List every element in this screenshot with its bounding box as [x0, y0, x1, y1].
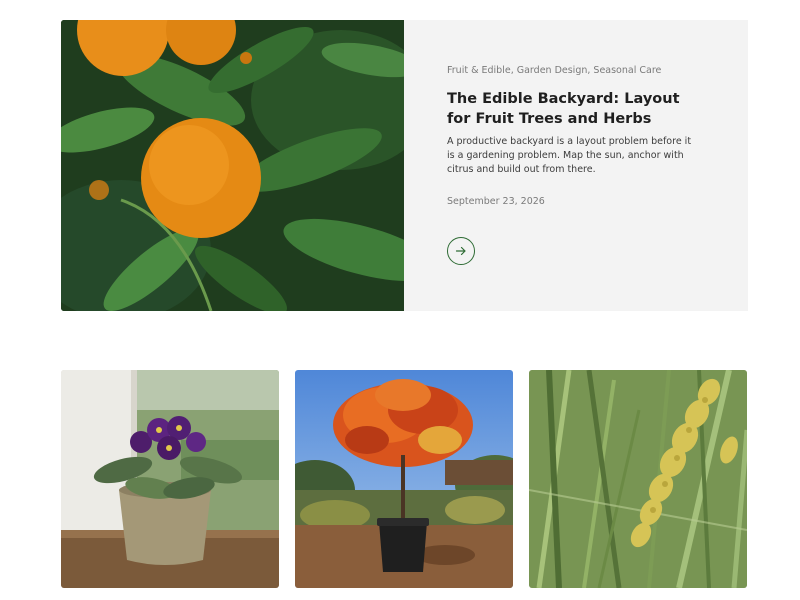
featured-post[interactable]: Fruit & Edible, Garden Design, Seasonal … [61, 20, 748, 311]
post-categories[interactable]: Fruit & Edible, Garden Design, Seasonal … [447, 65, 661, 76]
potted-maple-tree-photo [295, 370, 513, 588]
post-excerpt: A productive backyard is a layout proble… [447, 136, 692, 175]
featured-image[interactable] [61, 20, 404, 311]
arrow-right-icon [455, 246, 466, 256]
post-card-violet[interactable] [61, 370, 279, 588]
post-title[interactable]: The Edible Backyard: Layout for Fruit Tr… [447, 89, 707, 129]
post-date: September 23, 2026 [447, 196, 545, 207]
post-card-maple[interactable] [295, 370, 513, 588]
orange-tree-photo [61, 20, 404, 311]
post-card-grass[interactable] [529, 370, 747, 588]
ornamental-grass-photo [529, 370, 747, 588]
featured-content: Fruit & Edible, Garden Design, Seasonal … [404, 20, 748, 311]
read-more-button[interactable] [447, 237, 475, 265]
african-violet-photo [61, 370, 279, 588]
blog-page: Fruit & Edible, Garden Design, Seasonal … [0, 0, 800, 600]
